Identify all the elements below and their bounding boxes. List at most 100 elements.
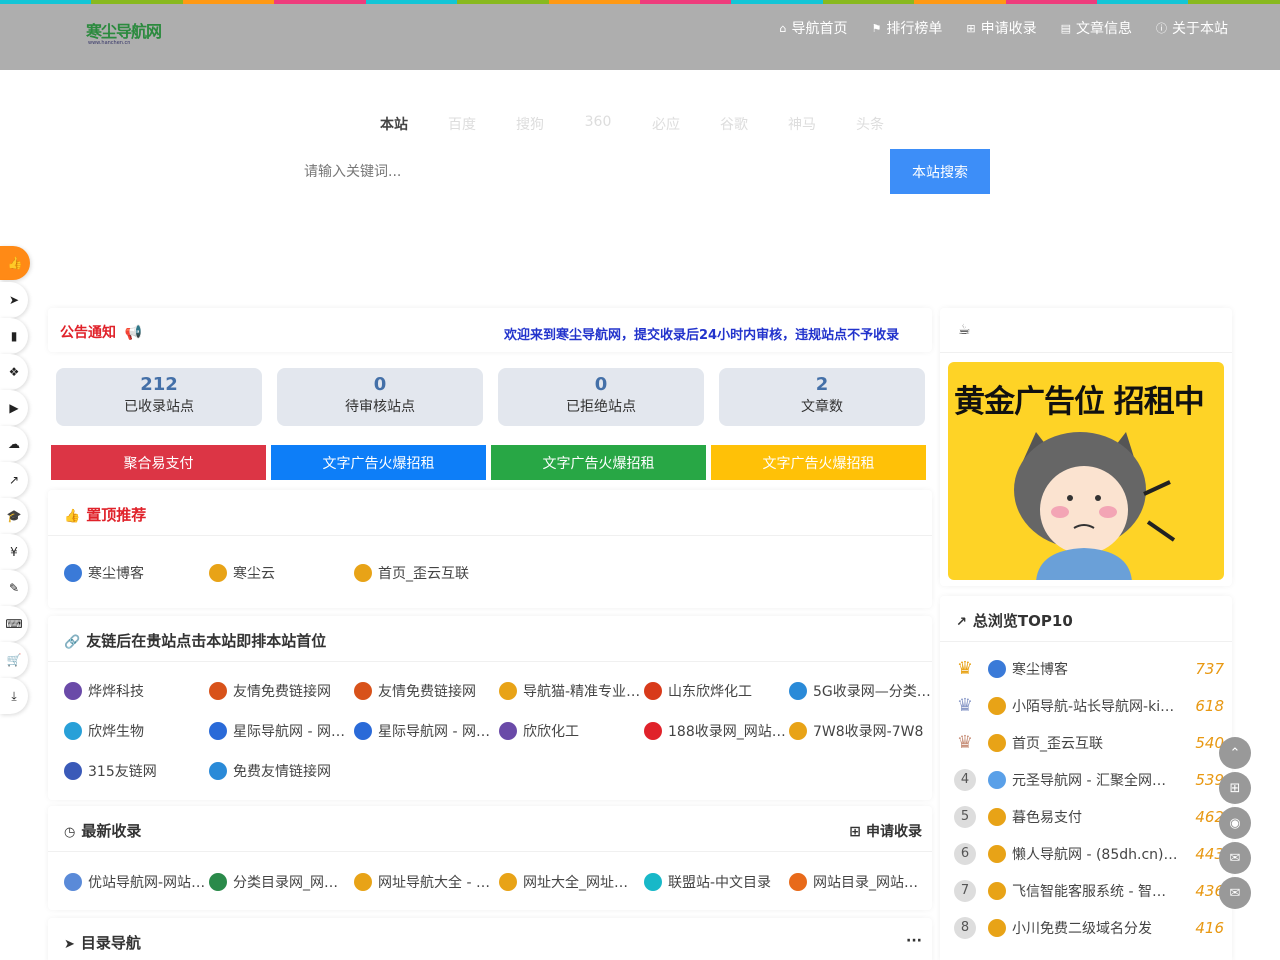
search-button[interactable]: 本站搜索: [890, 149, 990, 194]
nav-item-2[interactable]: ⊞ 申请收录: [966, 18, 1036, 38]
friend-links-title: 友链后在贵站点击本站即排本站首位: [86, 632, 327, 650]
text-ad-button[interactable]: 文字广告火爆招租: [491, 445, 706, 480]
left-category-button[interactable]: 🎓: [0, 498, 28, 534]
left-category-button[interactable]: 🛒: [0, 642, 28, 678]
stripe-segment: [1005, 0, 1098, 4]
favicon-icon: [499, 722, 517, 740]
engine-tab-0[interactable]: 本站: [360, 114, 428, 134]
more-button[interactable]: ···: [906, 933, 922, 949]
site-link[interactable]: 优站导航网-网站目录: [64, 862, 209, 902]
top10-row[interactable]: ♛ 小陌导航-站长导航网-kis.cc 618: [954, 687, 1226, 724]
nav-item-3[interactable]: ▤ 文章信息: [1061, 18, 1132, 38]
directory-header: ➤ 目录导航 ···: [48, 918, 932, 960]
nav-item-4[interactable]: ⓘ 关于本站: [1156, 18, 1228, 38]
site-link[interactable]: 导航猫-精准专业的网址导航: [499, 671, 644, 711]
site-link-label: 网址大全_网址导航: [523, 875, 641, 891]
engine-tab-7[interactable]: 头条: [836, 114, 904, 134]
engine-tab-5[interactable]: 谷歌: [700, 114, 768, 134]
stripe-segment: [548, 0, 640, 4]
chart-line-icon: ↗: [956, 615, 967, 630]
crown-icon: ♛: [956, 732, 974, 753]
site-link[interactable]: 寒尘云: [209, 553, 354, 593]
left-category-button[interactable]: 👍: [0, 246, 30, 280]
site-link[interactable]: 免费友情链接网: [209, 751, 354, 791]
search-input[interactable]: [290, 149, 890, 194]
site-link[interactable]: 友情免费链接网: [354, 671, 499, 711]
left-category-button[interactable]: ⤓: [0, 678, 28, 714]
envelope-button[interactable]: ✉: [1219, 877, 1251, 909]
favicon-icon: [354, 873, 372, 891]
text-ad-button[interactable]: 聚合易支付: [51, 445, 266, 480]
engine-tab-2[interactable]: 搜狗: [496, 114, 564, 134]
site-link[interactable]: 联盟站-中文目录: [644, 862, 789, 902]
qq-button[interactable]: ◉: [1219, 807, 1251, 839]
site-link[interactable]: 网站目录_网站收录: [789, 862, 934, 902]
site-link[interactable]: 烨烨科技: [64, 671, 209, 711]
site-link[interactable]: 5G收录网—分类目录: [789, 671, 934, 711]
arrow-up-button[interactable]: ⌃: [1219, 737, 1251, 769]
text-ad-button[interactable]: 文字广告火爆招租: [711, 445, 926, 480]
stat-number: 0: [373, 374, 387, 395]
top10-count: 737: [1195, 659, 1224, 678]
site-link-label: 分类目录网_网站目录: [233, 875, 351, 891]
cart-icon: 🛒: [6, 653, 22, 667]
favicon-icon: [354, 564, 372, 582]
left-category-button[interactable]: ❖: [0, 354, 28, 390]
engine-tab-6[interactable]: 神马: [768, 114, 836, 134]
site-link[interactable]: 7W8收录网-7W8: [789, 711, 934, 751]
left-category-button[interactable]: ↗: [0, 462, 28, 498]
favicon-icon: [64, 564, 82, 582]
stat-label: 待审核站点: [345, 399, 415, 415]
top10-row[interactable]: 5 暮色易支付 462: [954, 798, 1226, 835]
engine-tab-3[interactable]: 360: [564, 114, 632, 134]
site-link[interactable]: 欣欣化工: [499, 711, 644, 751]
site-link[interactable]: 网址导航大全 - 网址: [354, 862, 499, 902]
site-link-label: 联盟站-中文目录: [668, 875, 772, 891]
site-link[interactable]: 188收录网_网站收录: [644, 711, 789, 751]
left-category-button[interactable]: ✎: [0, 570, 28, 606]
left-category-button[interactable]: ⌨: [0, 606, 28, 642]
apply-submit-link[interactable]: ⊞ 申请收录: [849, 821, 922, 841]
book-icon: ▤: [1060, 21, 1071, 35]
engine-tab-4[interactable]: 必应: [632, 114, 700, 134]
top10-row[interactable]: ♛ 寒尘博客 737: [954, 650, 1226, 687]
nav-item-0[interactable]: ⌂ 导航首页: [780, 18, 848, 38]
gold-ad-banner[interactable]: 黄金广告位 招租中: [948, 362, 1224, 580]
engine-tab-1[interactable]: 百度: [428, 114, 496, 134]
site-link[interactable]: 寒尘博客: [64, 553, 209, 593]
left-category-button[interactable]: ▶: [0, 390, 28, 426]
top10-row[interactable]: 7 飞信智能客服系统 - 智能客服 436: [954, 872, 1226, 909]
info-icon: ⓘ: [1156, 22, 1167, 35]
plus-button[interactable]: ⊞: [1219, 772, 1251, 804]
top10-row[interactable]: ♛ 首页_歪云互联 540: [954, 724, 1226, 761]
top10-row[interactable]: 6 懒人导航网 - (85dh.cn)网址 443: [954, 835, 1226, 872]
latest-title: 最新收录: [81, 822, 142, 840]
site-link[interactable]: 星际导航网 - 网址大全: [354, 711, 499, 751]
site-link[interactable]: 山东欣烨化工: [644, 671, 789, 711]
wechat-button[interactable]: ✉: [1219, 842, 1251, 874]
site-logo[interactable]: 寒尘导航网 www.hanchen.cn: [84, 14, 166, 54]
top10-row[interactable]: 4 元圣导航网 - 汇聚全网优质网站 539: [954, 761, 1226, 798]
site-link[interactable]: 欣烨生物: [64, 711, 209, 751]
left-category-button[interactable]: ☁: [0, 426, 28, 462]
left-category-button[interactable]: ➤: [0, 282, 28, 318]
site-link[interactable]: 星际导航网 - 网址大全: [209, 711, 354, 751]
site-link[interactable]: 网址大全_网址导航: [499, 862, 644, 902]
site-link[interactable]: 友情免费链接网: [209, 671, 354, 711]
top10-row[interactable]: 8 小川免费二级域名分发 416: [954, 909, 1226, 946]
favicon-icon: [64, 873, 82, 891]
search-engine-tabs: 本站 百度 搜狗 360 必应 谷歌 神马 头条: [360, 114, 920, 134]
site-link[interactable]: 分类目录网_网站目录: [209, 862, 354, 902]
left-category-button[interactable]: ¥: [0, 534, 28, 570]
crown-icon: ♛: [956, 658, 974, 679]
site-link[interactable]: 315友链网: [64, 751, 209, 791]
nav-item-1[interactable]: ⚑ 排行榜单: [872, 18, 943, 38]
favicon-icon: [209, 722, 227, 740]
top10-card: ↗ 总浏览TOP10 ♛ 寒尘博客 737 ♛ 小陌导航-站长导航网-kis.cc 618 ♛…: [940, 596, 1232, 960]
favicon-icon: [988, 918, 1006, 937]
link-icon: 🔗: [64, 635, 81, 650]
site-link[interactable]: 首页_歪云互联: [354, 553, 499, 593]
left-category-bar: 👍 ➤ ▮ ❖ ▶ ☁ ↗ 🎓 ¥ ✎ ⌨ 🛒 ⤓: [0, 246, 30, 714]
text-ad-button[interactable]: 文字广告火爆招租: [271, 445, 486, 480]
left-category-button[interactable]: ▮: [0, 318, 28, 354]
